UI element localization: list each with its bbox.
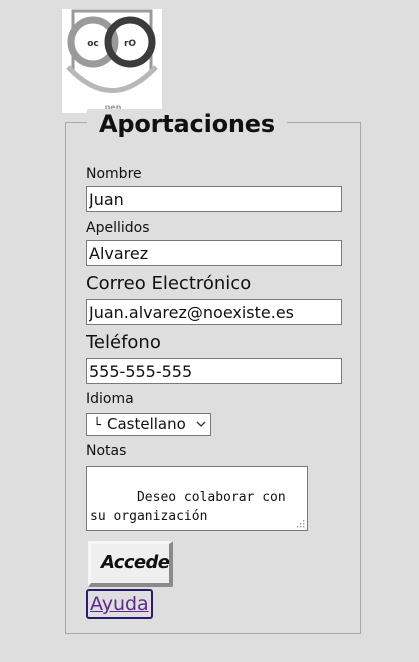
chevron-down-icon (196, 421, 206, 427)
logo-letters-right: rO (124, 39, 136, 49)
idioma-selected: Castellano (107, 415, 186, 433)
notas-textarea[interactable]: Deseo colaborar con su organización (86, 466, 308, 531)
telefono-label: Teléfono (86, 332, 161, 353)
owl-logo-icon: oc rO pen (66, 9, 158, 112)
nombre-label: Nombre (86, 166, 142, 182)
correo-label: Correo Electrónico (86, 273, 252, 294)
ayuda-link[interactable]: Ayuda (86, 589, 153, 619)
idioma-select[interactable]: └ Castellano (86, 413, 211, 436)
acceder-button[interactable]: Acceder (88, 541, 173, 587)
idioma-label: Idioma (86, 391, 134, 407)
notas-text: Deseo colaborar con su organización (90, 490, 294, 524)
aportaciones-form: Aportaciones Nombre Apellidos Correo Ele… (65, 109, 361, 634)
telefono-input[interactable] (86, 358, 342, 384)
logo-letters-left: oc (87, 39, 99, 49)
apellidos-label: Apellidos (86, 220, 150, 236)
form-legend: Aportaciones (87, 109, 287, 139)
resize-grip-icon[interactable] (296, 519, 305, 528)
notas-label: Notas (86, 443, 127, 459)
idioma-prefix: └ (93, 418, 101, 433)
nombre-input[interactable] (86, 186, 342, 212)
logo: oc rO pen (62, 9, 162, 113)
apellidos-input[interactable] (86, 240, 342, 266)
correo-input[interactable] (86, 299, 342, 325)
page: oc rO pen Aportaciones Nombre Apellidos … (0, 0, 419, 662)
